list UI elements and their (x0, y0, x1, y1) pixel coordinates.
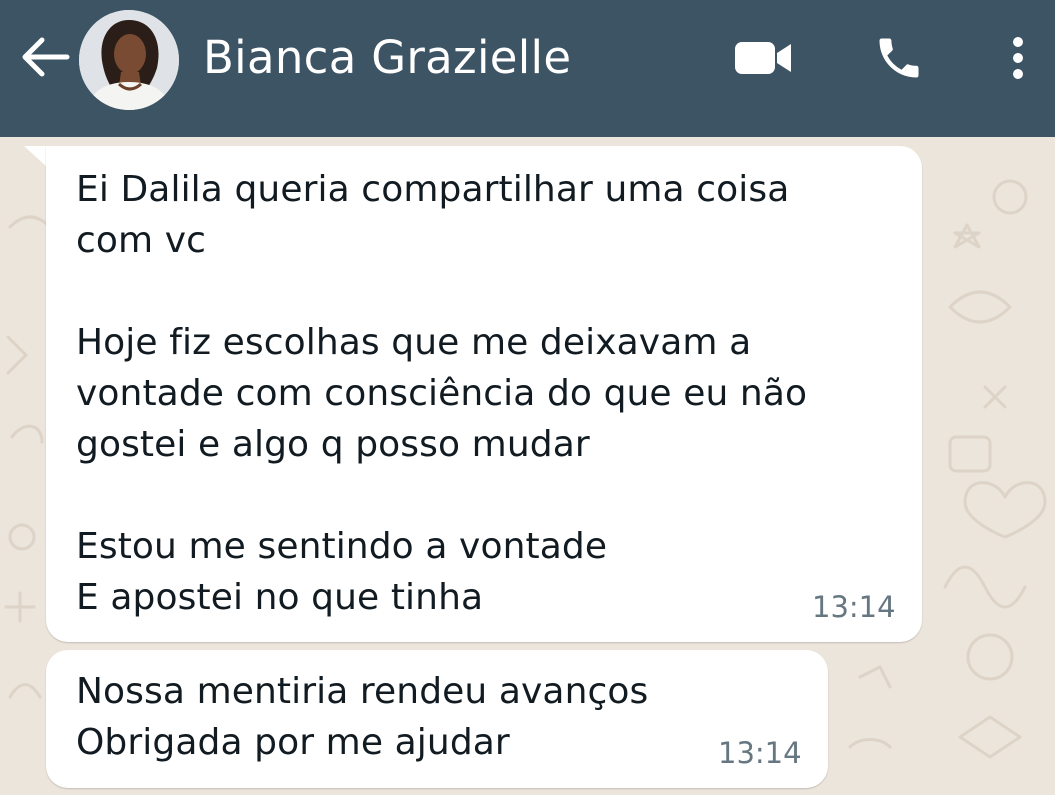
message-timestamp: 13:14 (718, 736, 802, 770)
message-line: Hoje fiz escolhas que me deixavam a (76, 322, 752, 363)
video-camera-icon (733, 38, 793, 82)
message-bubble[interactable]: Nossa mentiria rendeu avanços Obrigada p… (46, 650, 828, 788)
message-timestamp: 13:14 (812, 590, 896, 624)
video-call-button[interactable] (730, 32, 796, 88)
contact-name[interactable]: Bianca Grazielle (203, 30, 571, 86)
phone-icon (873, 32, 925, 88)
message-line: vontade com consciência do que eu não (76, 373, 808, 414)
contact-avatar[interactable] (79, 10, 179, 110)
more-vertical-icon (1010, 35, 1026, 85)
arrow-left-icon (20, 36, 70, 82)
voice-call-button[interactable] (868, 32, 930, 88)
message-line: Nossa mentiria rendeu avanços (76, 671, 649, 712)
bubble-tail (24, 146, 48, 168)
message-bubble[interactable]: Ei Dalila queria compartilhar uma coisa … (46, 146, 922, 642)
message-line: Estou me sentindo a vontade (76, 526, 608, 567)
message-line: com vc (76, 220, 207, 261)
message-line: E apostei no que tinha (76, 577, 484, 618)
back-button[interactable] (18, 36, 72, 82)
avatar-photo (79, 10, 179, 110)
message-line: Obrigada por me ajudar (76, 722, 510, 763)
more-options-button[interactable] (1000, 32, 1036, 88)
message-line: Ei Dalila queria compartilhar uma coisa (76, 169, 790, 210)
message-line: gostei e algo q posso mudar (76, 424, 590, 465)
chat-header: Bianca Grazielle (0, 0, 1055, 137)
